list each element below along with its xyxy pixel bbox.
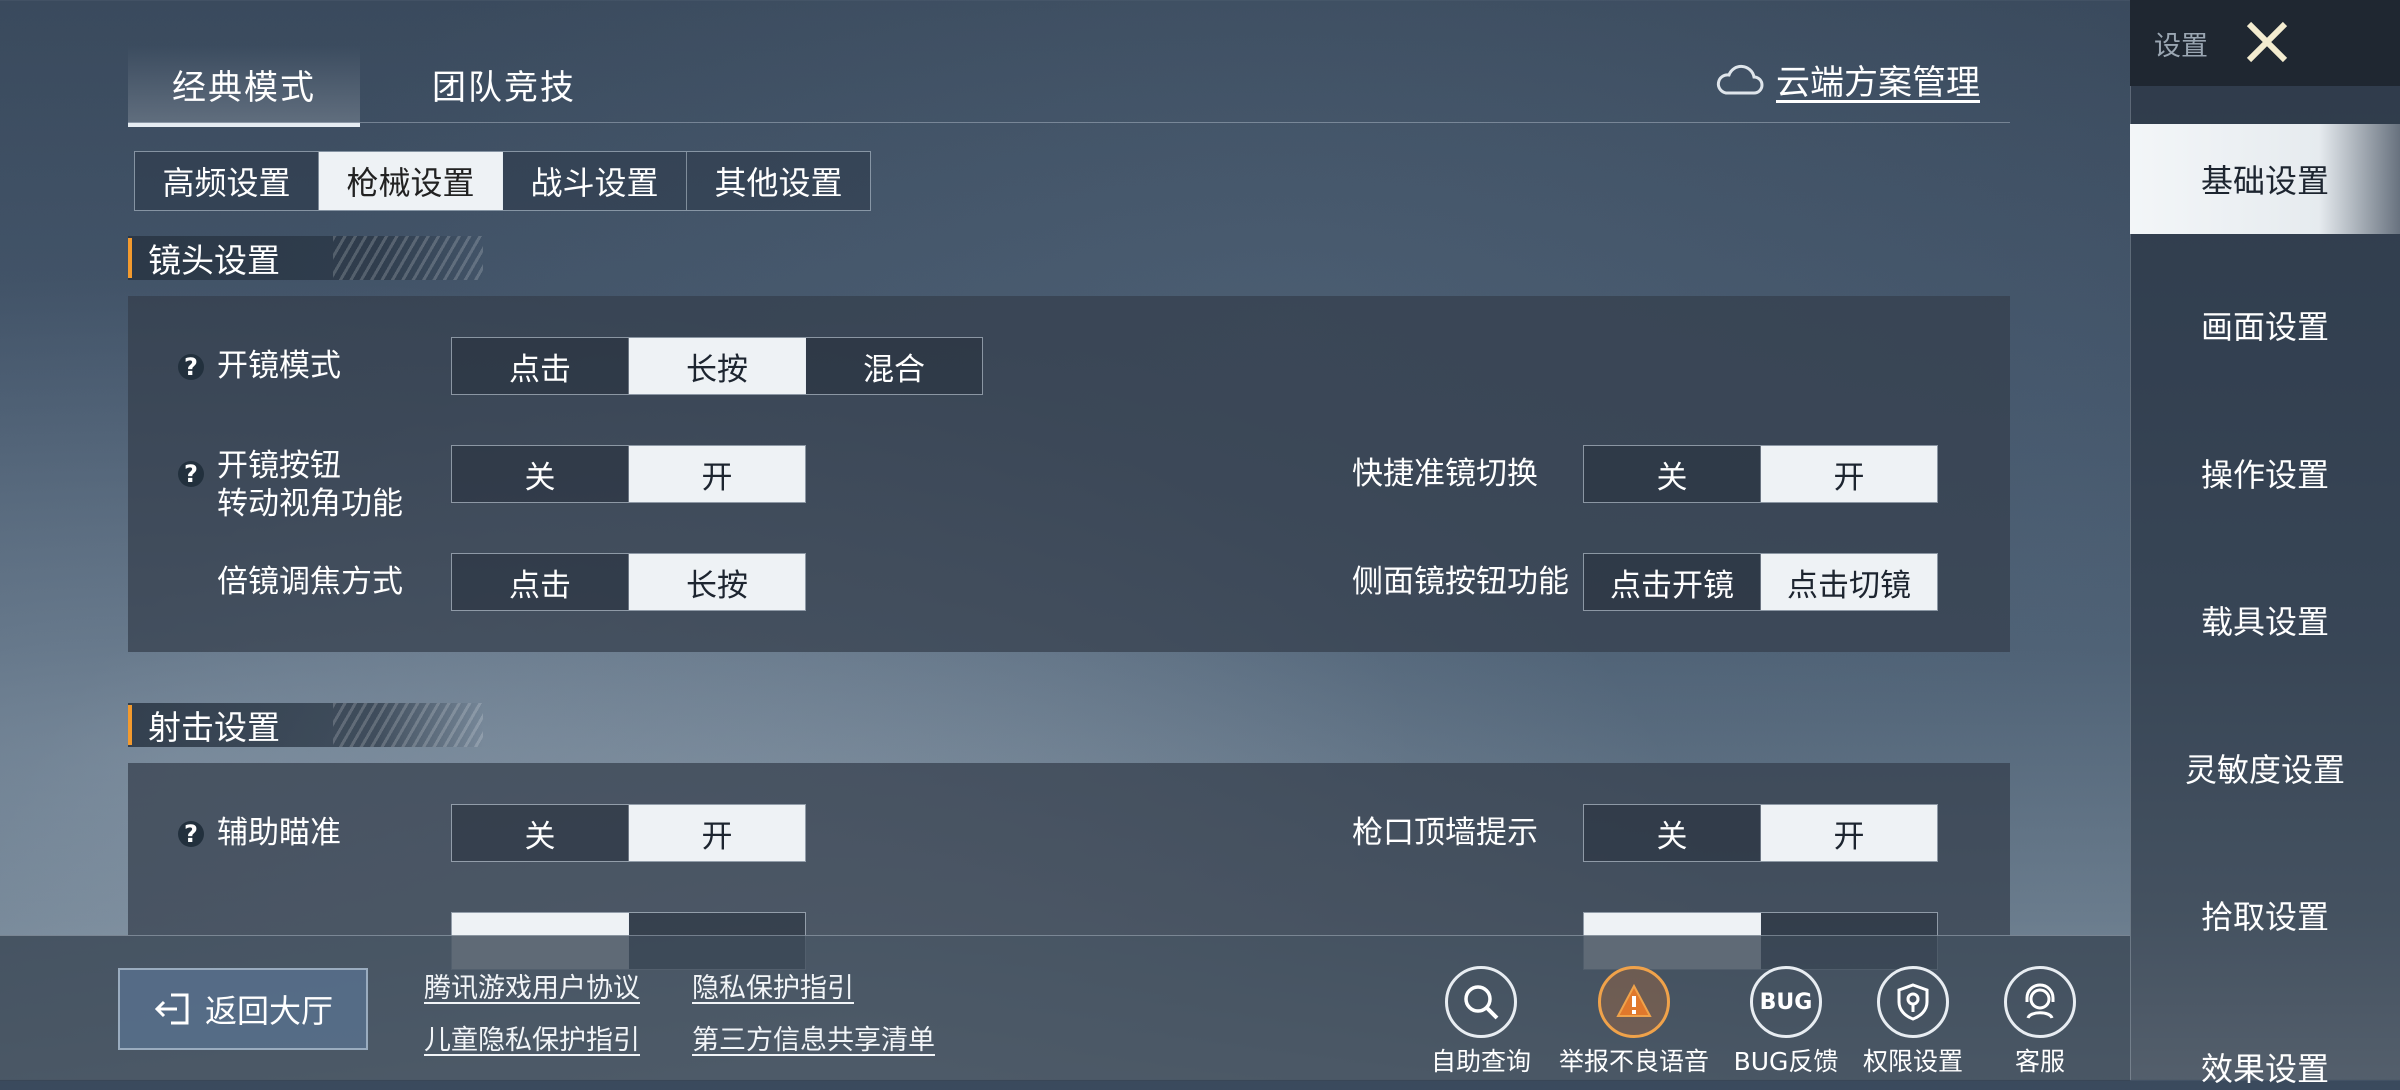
aim-assist-toggle: 关 开	[451, 804, 806, 862]
toggle-off[interactable]: 关	[452, 805, 629, 861]
zoom-tap[interactable]: 点击	[452, 554, 629, 610]
muzzle-wall-hint-label: 枪口顶墙提示	[1352, 815, 1538, 851]
zoom-mode-selector: 点击 长按	[451, 553, 806, 611]
link-third-party-list[interactable]: 第三方信息共享清单	[692, 1018, 935, 1057]
sidebar-item-effects[interactable]: 效果设置	[2130, 1008, 2400, 1088]
toggle-off[interactable]: 关	[1584, 446, 1761, 502]
quick-scope-switch-toggle: 关 开	[1583, 445, 1938, 503]
close-icon	[2246, 21, 2288, 63]
scope-mode-tap[interactable]: 点击	[452, 338, 629, 394]
bug-icon: BUG	[1759, 989, 1813, 1015]
sidebar-item-basic[interactable]: 基础设置	[2130, 124, 2400, 234]
scope-mode-hold[interactable]: 长按	[629, 338, 806, 394]
customer-service-label: 客服	[2014, 1047, 2065, 1076]
permission-settings-button[interactable]	[1877, 966, 1949, 1038]
sidebar-item-controls[interactable]: 操作设置	[2130, 418, 2400, 528]
settings-subtabs: 高频设置 枪械设置 战斗设置 其他设置	[134, 151, 871, 211]
scope-button-label: 开镜按钮	[217, 448, 341, 484]
section-header-lens: 镜头设置	[128, 236, 483, 280]
close-button[interactable]	[2232, 12, 2302, 72]
subtab-combat[interactable]: 战斗设置	[503, 152, 687, 210]
subtab-weapon[interactable]: 枪械设置	[319, 152, 503, 210]
support-icon	[2025, 983, 2055, 1019]
sidebar-item-vehicle[interactable]: 载具设置	[2130, 565, 2400, 675]
toggle-on[interactable]: 开	[1761, 805, 1937, 861]
zoom-mode-label: 倍镜调焦方式	[217, 564, 403, 600]
report-voice-label: 举报不良语音	[1558, 1047, 1709, 1076]
toggle-on[interactable]: 开	[629, 446, 805, 502]
section-header-shooting: 射击设置	[128, 703, 483, 747]
link-privacy-guide[interactable]: 隐私保护指引	[692, 966, 854, 1005]
scope-mode-selector: 点击 长按 混合	[451, 337, 983, 395]
toggle-on[interactable]: 开	[1761, 446, 1937, 502]
toggle-off[interactable]: 关	[452, 446, 629, 502]
tab-team-deathmatch[interactable]: 团队竞技	[388, 45, 620, 123]
permission-icon	[1897, 983, 1929, 1021]
aim-assist-label: 辅助瞄准	[217, 815, 341, 851]
self-service-label: 自助查询	[1430, 1047, 1531, 1076]
scope-mode-mixed[interactable]: 混合	[806, 338, 982, 394]
cloud-plan-label: 云端方案管理	[1776, 63, 1980, 103]
self-service-button[interactable]	[1445, 966, 1517, 1038]
side-scope-selector: 点击开镜 点击切镜	[1583, 553, 1938, 611]
help-icon[interactable]: ?	[178, 353, 204, 381]
toggle-on[interactable]: 开	[629, 805, 805, 861]
search-icon	[1464, 985, 1499, 1020]
tab-divider	[128, 122, 2010, 123]
quick-scope-switch-label: 快捷准镜切换	[1352, 456, 1538, 492]
subtab-other[interactable]: 其他设置	[687, 152, 870, 210]
side-scope-open[interactable]: 点击开镜	[1584, 554, 1761, 610]
customer-service-button[interactable]	[2004, 966, 2076, 1038]
link-user-agreement[interactable]: 腾讯游戏用户协议	[424, 966, 640, 1005]
cloud-icon	[1716, 64, 1764, 94]
muzzle-wall-hint-toggle: 关 开	[1583, 804, 1938, 862]
sidebar-item-graphics[interactable]: 画面设置	[2130, 270, 2400, 380]
scope-mode-label: 开镜模式	[217, 348, 341, 384]
back-to-lobby-button[interactable]: 返回大厅	[118, 968, 368, 1050]
help-icon[interactable]: ?	[178, 820, 204, 848]
tab-label: 经典模式	[172, 67, 316, 108]
side-scope-label: 侧面镜按钮功能	[1352, 564, 1569, 600]
subtab-high-frequency[interactable]: 高频设置	[135, 152, 319, 210]
side-scope-switch[interactable]: 点击切镜	[1761, 554, 1937, 610]
sidebar-item-pickup[interactable]: 拾取设置	[2130, 860, 2400, 970]
report-voice-button[interactable]	[1598, 966, 1670, 1038]
permission-settings-label: 权限设置	[1862, 1047, 1963, 1076]
sidebar-item-sensitivity[interactable]: 灵敏度设置	[2130, 713, 2400, 823]
link-child-privacy[interactable]: 儿童隐私保护指引	[424, 1018, 640, 1057]
exit-icon	[154, 993, 189, 1025]
scope-button-label-line2: 转动视角功能	[217, 486, 403, 522]
scope-button-toggle: 关 开	[451, 445, 806, 503]
sidebar-title: 设置	[2154, 31, 2208, 62]
help-icon[interactable]: ?	[178, 460, 204, 488]
cloud-plan-button[interactable]: 云端方案管理	[1714, 55, 1980, 104]
toggle-off[interactable]: 关	[1584, 805, 1761, 861]
bug-report-button[interactable]: BUG	[1750, 966, 1822, 1038]
tab-classic-mode[interactable]: 经典模式	[128, 45, 360, 127]
zoom-hold[interactable]: 长按	[629, 554, 805, 610]
section-title: 射击设置	[148, 708, 280, 747]
bug-report-label: BUG反馈	[1733, 1047, 1839, 1076]
section-title: 镜头设置	[148, 241, 280, 280]
report-icon	[1616, 983, 1652, 1017]
sidebar-header: 设置	[2130, 0, 2400, 86]
back-to-lobby-label: 返回大厅	[204, 992, 333, 1030]
tab-label: 团队竞技	[432, 67, 576, 108]
